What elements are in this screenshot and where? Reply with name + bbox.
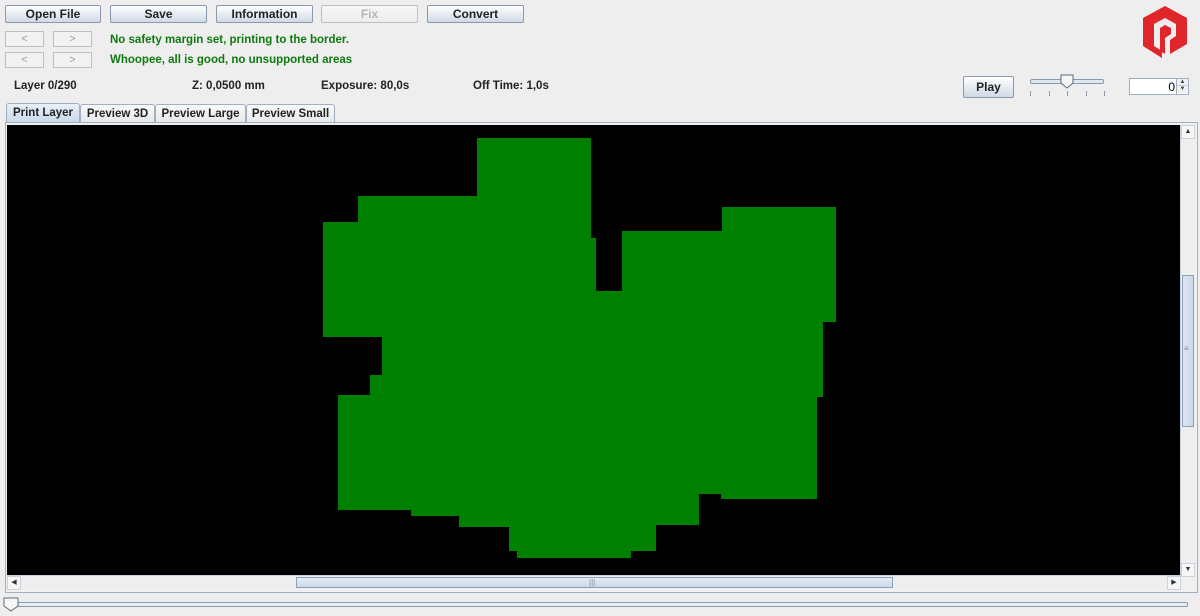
- speed-slider-tick: [1085, 91, 1087, 96]
- exposure-label: Exposure: 80,0s: [321, 80, 410, 92]
- support-message: Whoopee, all is good, no unsupported are…: [110, 54, 353, 66]
- spinner-arrows: ▲ ▼: [1176, 79, 1188, 94]
- off-time-label: Off Time: 1,0s: [473, 80, 549, 92]
- save-button[interactable]: Save: [110, 5, 207, 23]
- speed-slider-thumb[interactable]: [1060, 74, 1074, 89]
- layer-slider[interactable]: [3, 596, 1193, 614]
- grip-icon: ≡: [1184, 344, 1189, 353]
- safety-margin-message: No safety margin set, printing to the bo…: [110, 34, 349, 46]
- play-button[interactable]: Play: [963, 76, 1014, 98]
- tab-print-layer[interactable]: Print Layer: [6, 103, 80, 123]
- information-button[interactable]: Information: [216, 5, 313, 23]
- layer-slider-thumb[interactable]: [3, 597, 19, 612]
- open-file-button[interactable]: Open File: [5, 5, 101, 23]
- z-height-label: Z: 0,0500 mm: [192, 80, 265, 92]
- layer-spinner-input[interactable]: [1130, 79, 1177, 94]
- scroll-down-icon[interactable]: ▼: [1181, 563, 1195, 577]
- speed-slider-tick: [1104, 91, 1105, 96]
- layer-label: Layer 0/290: [14, 80, 77, 92]
- layer-spinner[interactable]: ▲ ▼: [1129, 78, 1189, 95]
- speed-slider-tick: [1030, 91, 1031, 96]
- speed-slider-tick: [1048, 91, 1050, 96]
- spinner-down-icon[interactable]: ▼: [1177, 86, 1188, 93]
- tab-preview-small[interactable]: Preview Small: [246, 104, 335, 123]
- support-next-button[interactable]: >: [53, 52, 92, 68]
- safety-prev-button[interactable]: <: [5, 31, 44, 47]
- scroll-right-icon[interactable]: ▶: [1167, 576, 1181, 590]
- horizontal-scroll-thumb[interactable]: |||: [296, 577, 893, 588]
- app-logo-icon: [1143, 6, 1187, 58]
- tab-preview-large[interactable]: Preview Large: [155, 104, 246, 123]
- scroll-left-icon[interactable]: ◀: [7, 576, 21, 590]
- layer-canvas[interactable]: [7, 125, 1181, 577]
- fix-button[interactable]: Fix: [321, 5, 418, 23]
- horizontal-scrollbar[interactable]: ◀ ||| ▶: [7, 575, 1181, 590]
- scroll-up-icon[interactable]: ▲: [1181, 125, 1195, 139]
- vertical-scroll-thumb[interactable]: ≡: [1182, 275, 1194, 427]
- spinner-up-icon[interactable]: ▲: [1177, 79, 1188, 86]
- speed-slider-tick: [1067, 91, 1068, 96]
- speed-slider[interactable]: [1028, 74, 1106, 100]
- safety-next-button[interactable]: >: [53, 31, 92, 47]
- tab-preview-3d[interactable]: Preview 3D: [80, 104, 155, 123]
- layer-slice-shape: [323, 138, 836, 558]
- print-layer-panel: ▲ ≡ ▼ ◀ ||| ▶: [5, 122, 1198, 593]
- vertical-scrollbar[interactable]: ▲ ≡ ▼: [1180, 125, 1195, 577]
- layer-image: [323, 138, 836, 558]
- convert-button[interactable]: Convert: [427, 5, 524, 23]
- support-prev-button[interactable]: <: [5, 52, 44, 68]
- grip-icon: |||: [589, 578, 596, 587]
- layer-slider-track: [8, 602, 1188, 607]
